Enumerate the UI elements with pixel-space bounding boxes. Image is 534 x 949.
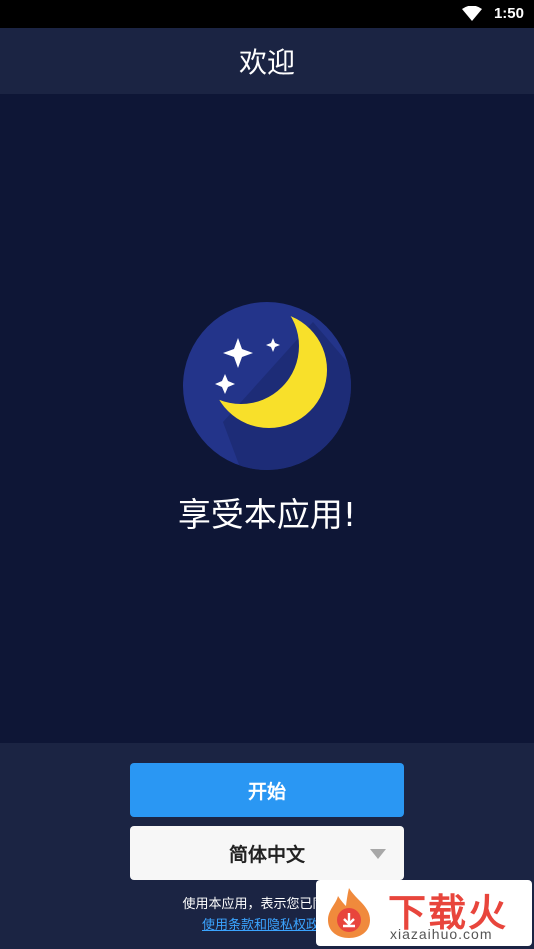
watermark-logo: 下载火 xiazaihuo.com (316, 880, 532, 946)
moon-stars-icon (183, 302, 351, 470)
watermark-url: xiazaihuo.com (390, 926, 493, 942)
language-select[interactable]: 简体中文 (130, 826, 404, 880)
status-time: 1:50 (493, 5, 524, 22)
flame-download-icon (328, 888, 370, 938)
page-title: 欢迎 (238, 46, 295, 79)
tagline: 享受本应用! (177, 495, 357, 534)
title-bar: 欢迎 (0, 28, 534, 94)
chevron-down-icon (370, 849, 386, 859)
start-button-label: 开始 (247, 780, 286, 803)
language-value: 简体中文 (228, 843, 305, 866)
status-bar: 1:50 (0, 0, 534, 28)
wifi-icon (462, 6, 482, 21)
start-button[interactable]: 开始 (130, 763, 404, 817)
